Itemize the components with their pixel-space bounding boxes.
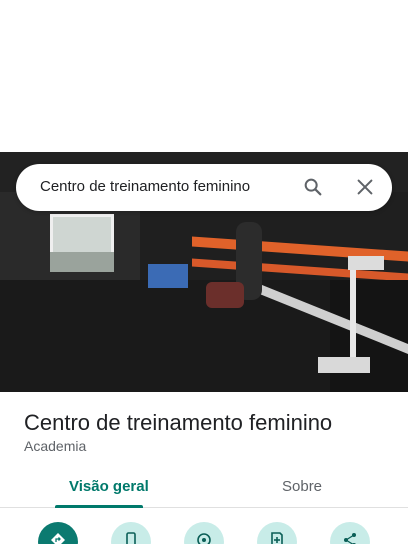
share-button[interactable] [330, 522, 370, 544]
directions-icon [51, 533, 65, 544]
directions-button[interactable] [38, 522, 78, 544]
photo-door-ground [50, 252, 114, 272]
search-icon[interactable] [302, 176, 324, 198]
save-icon [271, 532, 283, 544]
place-title: Centro de treinamento feminino [24, 410, 333, 435]
tab-overview[interactable]: Visão geral [69, 478, 149, 495]
photo-scale-pole [350, 262, 356, 362]
phone-icon [126, 532, 136, 544]
active-tab-indicator [55, 505, 143, 508]
search-bar[interactable]: Centro de treinamento feminino [16, 164, 392, 211]
location-button[interactable] [184, 522, 224, 544]
photo-scale-base [318, 357, 370, 373]
location-icon [197, 533, 211, 544]
call-button[interactable] [111, 522, 151, 544]
photo-equipment [148, 264, 188, 288]
blank-header-area [0, 0, 408, 152]
search-input[interactable]: Centro de treinamento feminino [40, 178, 250, 195]
tab-about[interactable]: Sobre [282, 478, 322, 495]
photo-equipment-2 [206, 282, 244, 308]
save-button[interactable] [257, 522, 297, 544]
share-icon [344, 533, 356, 544]
tab-bar: Visão geral Sobre [0, 468, 408, 508]
photo-scale-head [348, 256, 384, 270]
close-icon[interactable] [354, 176, 376, 198]
place-category[interactable]: Academia [24, 438, 86, 454]
